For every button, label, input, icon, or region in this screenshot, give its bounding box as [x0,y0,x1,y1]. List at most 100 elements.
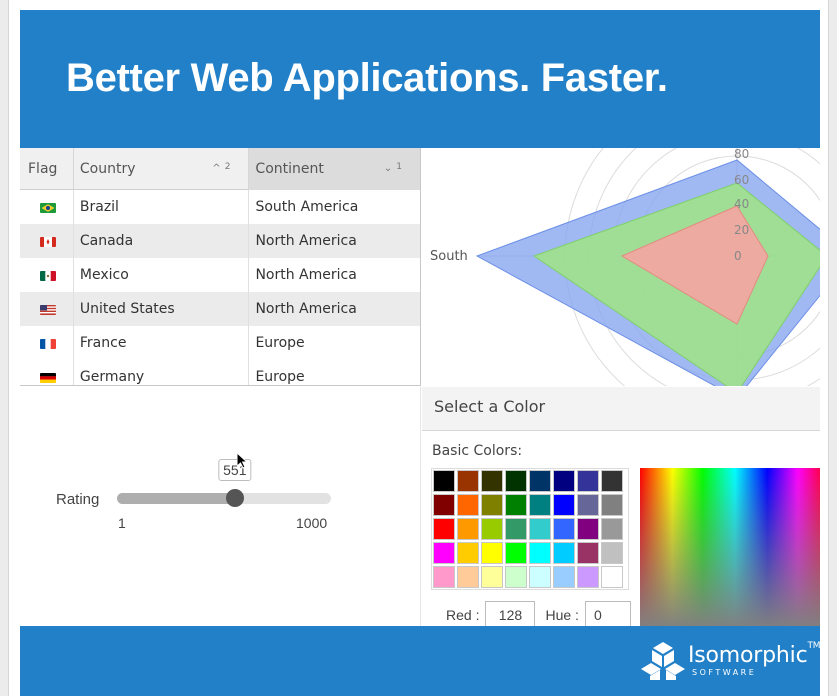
color-swatch[interactable] [553,566,575,588]
color-swatch[interactable] [553,542,575,564]
brand-subtitle: SOFTWARE [692,668,757,677]
continent-cell: North America [255,301,357,317]
color-swatch[interactable] [577,470,599,492]
color-swatch[interactable] [505,566,527,588]
color-swatch[interactable] [481,470,503,492]
table-row[interactable]: France Europe [20,326,420,360]
color-picker: Select a Color Basic Colors: Red : 128 H… [422,387,820,626]
brand-name[interactable]: IsomorphicTM [688,641,821,668]
mouse-cursor-icon [237,453,249,469]
usa-flag-icon [40,305,56,315]
top-banner: Better Web Applications. Faster. [20,10,820,148]
color-swatch[interactable] [601,518,623,540]
color-swatch[interactable] [481,542,503,564]
flag-cell [20,360,74,385]
color-swatch[interactable] [505,494,527,516]
isomorphic-logo-icon [641,642,685,680]
color-swatch[interactable] [505,542,527,564]
trademark: TM [807,641,821,651]
table-row[interactable]: Germany Europe [20,360,420,385]
hue-input[interactable]: 0 [584,601,631,626]
country-cell: Brazil [74,190,250,224]
country-cell: Germany [74,360,250,385]
table-row[interactable]: Brazil South America [20,190,420,224]
slider-track[interactable] [117,493,331,504]
color-swatch[interactable] [481,494,503,516]
radar-axis-label: South [430,249,468,264]
color-swatch[interactable] [481,566,503,588]
color-swatch[interactable] [577,494,599,516]
slider-thumb[interactable] [225,489,244,507]
france-flag-icon [40,339,56,349]
color-swatch[interactable] [553,494,575,516]
color-swatch[interactable] [433,542,455,564]
headline: Better Web Applications. Faster. [66,56,668,100]
continent-cell: North America [255,267,357,283]
header-country-label: Country [79,161,136,177]
radar-tick: 0 [734,249,742,263]
hue-label: Hue : [545,607,579,623]
basic-color-swatches [431,468,629,590]
red-label: Red : [446,607,480,623]
color-swatch[interactable] [529,542,551,564]
flag-cell [20,292,74,326]
sort-ascending-icon: ^ 2 [212,162,231,174]
table-row[interactable]: Mexico North America [20,258,420,292]
header-flag[interactable]: Flag [20,148,74,190]
slider-min-label: 1 [118,515,126,531]
basic-colors-label: Basic Colors: [432,443,523,459]
color-swatch[interactable] [433,518,455,540]
bottom-banner: IsomorphicTM SOFTWARE [20,626,821,696]
color-swatch[interactable] [601,542,623,564]
radar-tick: 40 [734,197,749,211]
red-input[interactable]: 128 [485,601,536,626]
radar-tick: 80 [734,148,749,161]
radar-tick: 20 [734,223,749,237]
color-values-row: Red : 128 Hue : 0 [446,601,641,626]
color-swatch[interactable] [457,518,479,540]
color-swatch[interactable] [433,494,455,516]
color-swatch[interactable] [577,542,599,564]
continent-cell: South America [255,199,359,215]
color-swatch[interactable] [481,518,503,540]
color-swatch[interactable] [601,470,623,492]
slider-fill [117,493,235,504]
table-row[interactable]: Canada North America [20,224,420,258]
color-swatch[interactable] [505,470,527,492]
radar-chart: 80 60 40 20 0 South [422,148,820,386]
radar-chart-svg: 80 60 40 20 0 South [430,148,820,386]
color-swatch[interactable] [577,518,599,540]
canada-flag-icon [40,237,56,247]
color-swatch[interactable] [529,518,551,540]
color-swatch[interactable] [433,470,455,492]
color-swatch[interactable] [601,566,623,588]
slider-label: Rating [56,491,100,508]
germany-flag-icon [40,373,56,383]
color-swatch[interactable] [457,494,479,516]
grid-header: Flag Country ^ 2 Continent ⌄ 1 [20,148,420,190]
rating-slider-panel: Rating 551 1 1000 [20,387,421,626]
color-swatch[interactable] [601,494,623,516]
flag-cell [20,326,74,360]
color-swatch[interactable] [553,518,575,540]
sort-order-continent: 1 [396,162,402,172]
color-swatch[interactable] [457,542,479,564]
color-swatch[interactable] [529,470,551,492]
header-continent[interactable]: Continent ⌄ 1 [249,148,420,190]
color-swatch[interactable] [529,494,551,516]
color-swatch[interactable] [457,566,479,588]
color-swatch[interactable] [529,566,551,588]
color-swatch[interactable] [553,470,575,492]
color-swatch[interactable] [457,470,479,492]
header-country[interactable]: Country ^ 2 [74,148,250,190]
flag-cell [20,190,74,224]
mexico-flag-icon [40,271,56,281]
table-row[interactable]: United States North America [20,292,420,326]
country-cell: France [74,326,250,360]
color-spectrum[interactable] [640,468,820,626]
continent-cell: Europe [255,369,305,385]
color-swatch[interactable] [505,518,527,540]
color-swatch[interactable] [433,566,455,588]
flag-cell [20,258,74,292]
color-swatch[interactable] [577,566,599,588]
